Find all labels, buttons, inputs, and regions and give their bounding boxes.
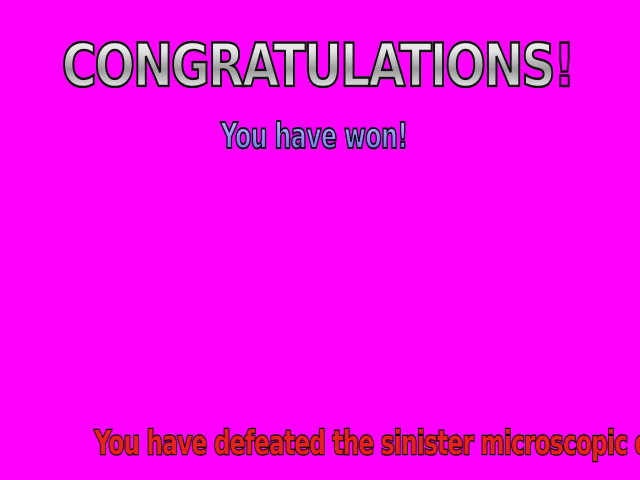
congratulations-title: CONGRATULATIONS! [61,30,577,103]
you-have-won-subtitle: You have won! [107,112,521,162]
victory-screen: CONGRATULATIONS! You have won! You have … [0,0,640,480]
victory-message: You have defeated the sinister microscop… [94,422,640,464]
